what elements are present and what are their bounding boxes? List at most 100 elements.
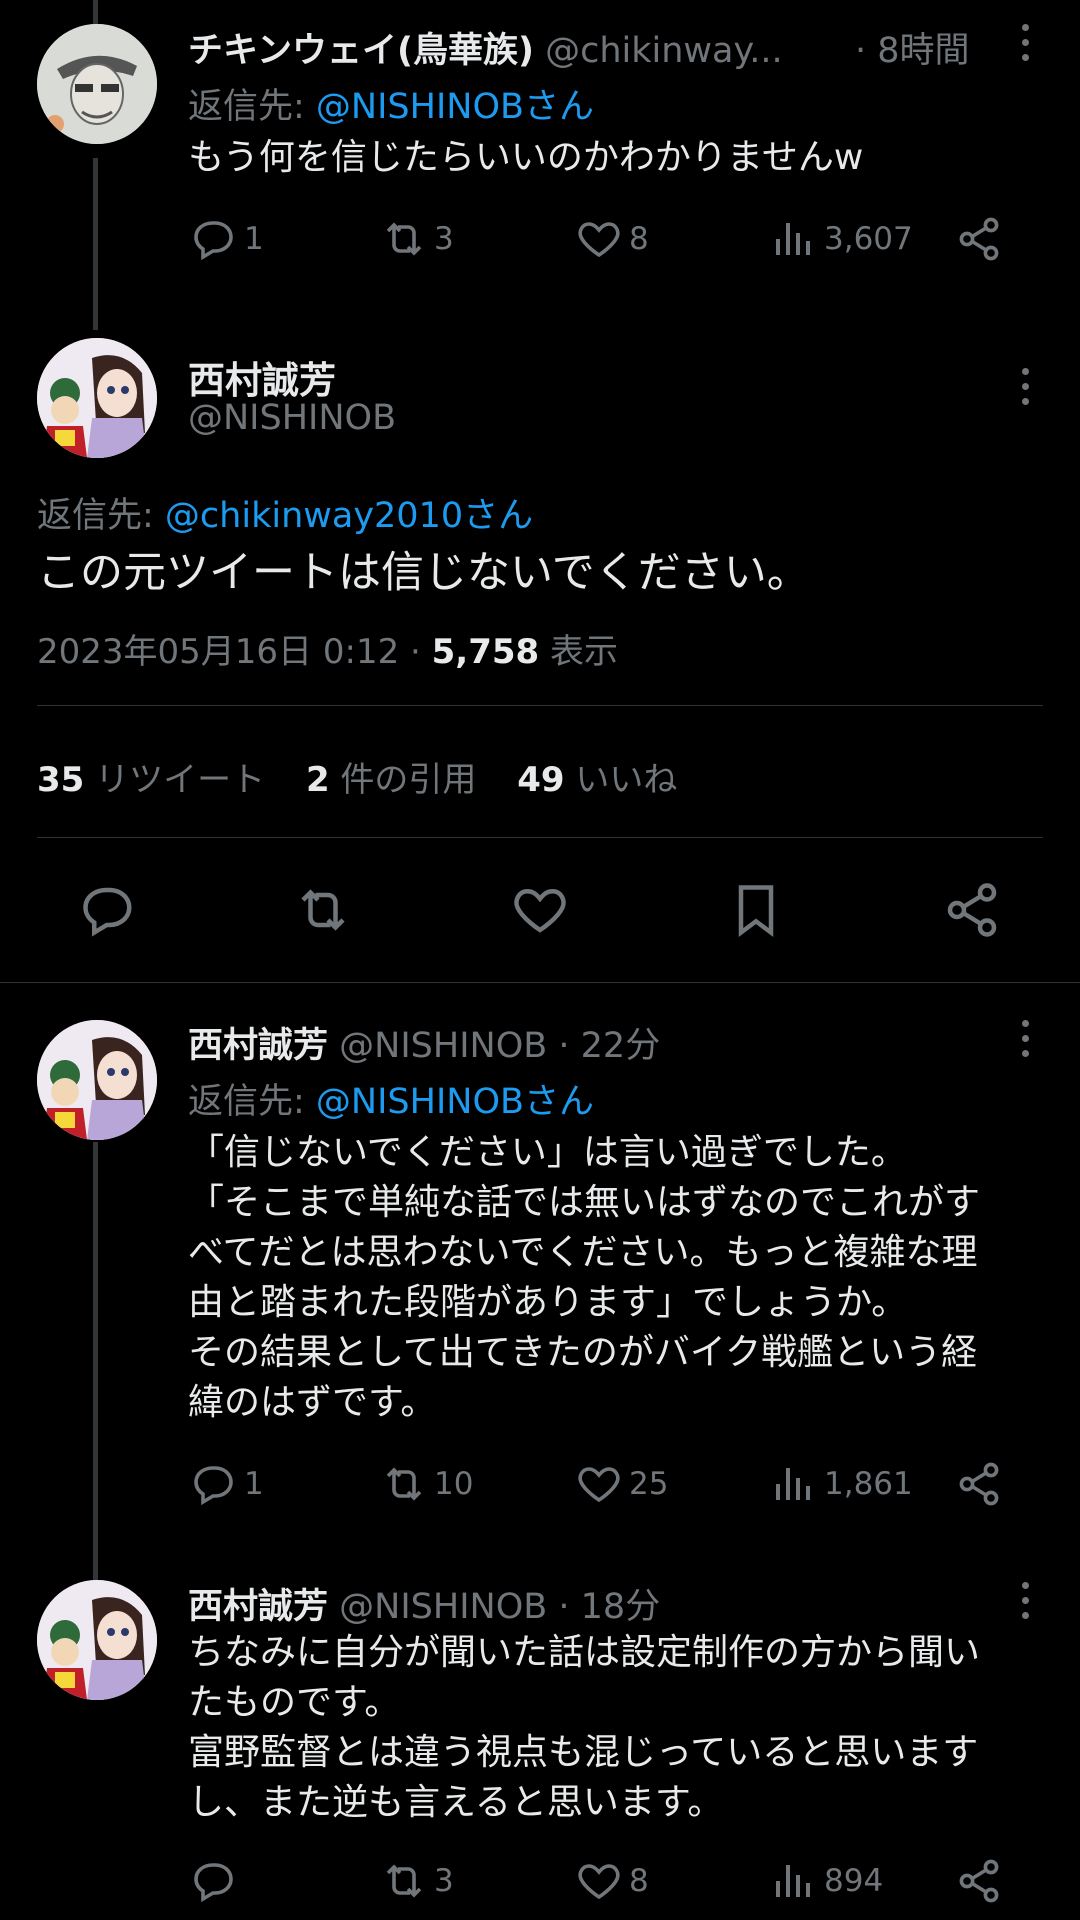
tweet3-reply-to: 返信先: @NISHINOBさん	[188, 1073, 594, 1124]
tweet4-actions: 3 8 894	[190, 1857, 1020, 1917]
tweet1-actions: 1 3 8 3,607	[190, 215, 1020, 275]
share-icon	[959, 217, 999, 261]
retweet-icon	[386, 1467, 422, 1501]
like-icon	[578, 222, 620, 258]
tweet1-time[interactable]: · 8時間	[855, 22, 970, 73]
like-button[interactable]: 25	[575, 1460, 668, 1508]
more-icon[interactable]	[1022, 24, 1032, 61]
more-icon[interactable]	[1022, 1020, 1032, 1057]
share-button[interactable]	[955, 215, 1003, 263]
reply-button[interactable]	[190, 1857, 244, 1905]
reply-button[interactable]	[78, 880, 138, 944]
tweet1-name[interactable]: チキンウェイ(鳥華族)	[188, 31, 534, 71]
like-button[interactable]: 8	[575, 215, 649, 263]
views-button[interactable]: 894	[770, 1857, 883, 1905]
main-timestamp[interactable]: 2023年05月16日 0:12 ·	[37, 632, 432, 672]
retweet-icon	[386, 1864, 422, 1898]
reply-icon	[194, 1863, 233, 1903]
bookmark-icon	[738, 885, 774, 937]
views-icon	[776, 1865, 810, 1897]
divider	[37, 837, 1043, 838]
reply-to-link[interactable]: @NISHINOBさん	[316, 87, 594, 127]
share-icon	[959, 1462, 999, 1506]
views-count: 894	[824, 1863, 884, 1899]
divider	[0, 982, 1080, 983]
retweet-button[interactable]: 3	[380, 1857, 454, 1905]
retweet-icon	[301, 889, 345, 931]
like-stat-label: いいね	[564, 760, 678, 800]
reply-count: 1	[244, 221, 264, 257]
main-views-label: 表示	[539, 632, 618, 672]
reply-to-link[interactable]: @NISHINOBさん	[316, 1082, 594, 1122]
avatar-nishinob-4[interactable]	[37, 1580, 157, 1700]
thread-line-2	[93, 158, 98, 330]
reply-icon	[83, 887, 132, 937]
main-views-count: 5,758	[431, 632, 540, 672]
retweet-button[interactable]: 10	[380, 1460, 473, 1508]
retweet-button[interactable]: 3	[380, 215, 454, 263]
quote-stat-count: 2	[305, 760, 330, 800]
reply-icon	[194, 1466, 233, 1506]
bookmark-button[interactable]	[726, 880, 786, 944]
views-icon	[776, 223, 810, 255]
tweet4-handle[interactable]: @NISHINOB	[339, 1587, 547, 1627]
avatar-chikinway[interactable]	[37, 24, 157, 144]
reply-button[interactable]: 1	[190, 215, 264, 263]
views-icon	[776, 1468, 810, 1500]
tweet4-text: ちなみに自分が聞いた話は設定制作の方から聞い たものです。 富野監督とは違う視点…	[188, 1632, 981, 1823]
retweet-count: 3	[434, 1863, 454, 1899]
tweet3-handle[interactable]: @NISHINOB	[339, 1026, 547, 1066]
retweet-stat-count: 35	[37, 760, 85, 800]
like-count: 8	[629, 221, 649, 257]
reply-count: 1	[244, 1466, 264, 1502]
quote-stat-label: 件の引用	[329, 760, 477, 800]
reply-to-link[interactable]: @chikinway2010さん	[165, 496, 533, 536]
retweet-stat[interactable]: 35 リツイート	[37, 760, 265, 800]
share-icon	[947, 883, 997, 937]
share-button[interactable]	[955, 1857, 1003, 1905]
views-count: 1,861	[824, 1466, 913, 1502]
more-icon[interactable]	[1022, 1582, 1032, 1619]
like-button[interactable]: 8	[575, 1857, 649, 1905]
tweet1-reply-to: 返信先: @NISHINOBさん	[188, 78, 594, 129]
retweet-icon	[386, 222, 422, 256]
main-handle[interactable]: @NISHINOB	[188, 398, 396, 438]
like-stat[interactable]: 49 いいね	[517, 760, 677, 800]
retweet-stat-label: リツイート	[84, 760, 266, 800]
views-button[interactable]: 1,861	[770, 1460, 913, 1508]
retweet-count: 3	[434, 221, 454, 257]
main-name[interactable]: 西村誠芳	[188, 350, 336, 404]
tweet1-header: チキンウェイ(鳥華族) @chikinway...	[188, 22, 783, 73]
retweet-count: 10	[434, 1466, 474, 1502]
tweet4-name[interactable]: 西村誠芳	[188, 1587, 328, 1627]
tweet3-time[interactable]: · 22分	[558, 1026, 660, 1066]
like-icon	[578, 1467, 620, 1503]
thread-line-3	[93, 1142, 98, 1580]
share-button[interactable]	[942, 880, 1002, 944]
like-icon	[578, 1864, 620, 1900]
like-count: 25	[629, 1466, 669, 1502]
main-text: この元ツイートは信じないでください。	[37, 548, 810, 598]
like-icon	[514, 888, 566, 933]
retweet-button[interactable]	[293, 880, 353, 944]
tweet1-text: もう何を信じたらいいのかわかりませんw	[188, 137, 864, 178]
tweet3-name[interactable]: 西村誠芳	[188, 1026, 328, 1066]
like-count: 8	[629, 1863, 649, 1899]
tweet4-header: 西村誠芳 @NISHINOB · 18分	[188, 1578, 660, 1629]
divider	[37, 705, 1043, 706]
tweet3-text: 「信じないでください」は言い過ぎでした。 「そこまで単純な話では無いはずなのでこ…	[188, 1132, 981, 1423]
quote-stat[interactable]: 2 件の引用	[306, 760, 476, 800]
avatar-nishinob-main[interactable]	[37, 338, 157, 458]
like-button[interactable]	[510, 880, 570, 944]
reply-button[interactable]: 1	[190, 1460, 264, 1508]
main-reply-to: 返信先: @chikinway2010さん	[37, 487, 533, 538]
tweet1-handle[interactable]: @chikinway...	[545, 31, 783, 71]
views-button[interactable]: 3,607	[770, 215, 913, 263]
share-icon	[959, 1859, 999, 1903]
more-icon[interactable]	[1022, 368, 1032, 405]
main-timestamp-row: 2023年05月16日 0:12 · 5,758 表示	[37, 624, 618, 673]
main-actions	[0, 880, 1080, 950]
avatar-nishinob-3[interactable]	[37, 1020, 157, 1140]
share-button[interactable]	[955, 1460, 1003, 1508]
tweet4-time[interactable]: · 18分	[558, 1587, 660, 1627]
